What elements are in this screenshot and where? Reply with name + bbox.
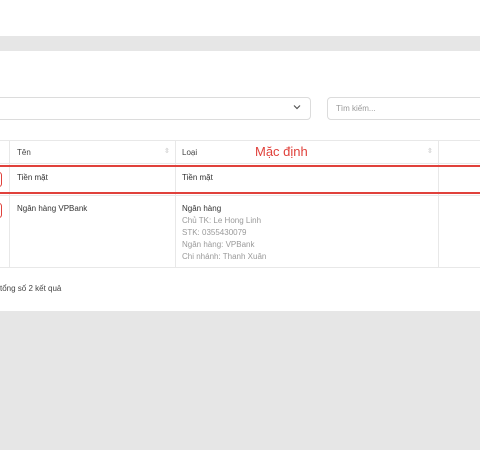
bank-branch: Chi nhánh: Thanh Xuân xyxy=(182,252,267,261)
results-summary: tổng số 2 kết quả xyxy=(0,284,62,293)
table-top-border xyxy=(0,140,480,141)
row-type: Ngân hàng xyxy=(182,204,222,213)
sort-icon[interactable]: ⇳ xyxy=(164,147,170,155)
bank-name: Ngân hàng: VPBank xyxy=(182,240,255,249)
payment-methods-card: Tên ⇳ Loại ⇳ Tiền mặt Tiền mặt Ngân hàng… xyxy=(0,51,480,311)
row-checkbox[interactable] xyxy=(0,203,2,218)
search-input[interactable] xyxy=(327,97,480,120)
top-bar xyxy=(0,0,480,36)
account-number: STK: 0355430079 xyxy=(182,228,247,237)
account-holder: Chủ TK: Le Hong Linh xyxy=(182,216,262,225)
column-header-name[interactable]: Tên xyxy=(17,148,31,157)
table-header-border xyxy=(0,163,480,164)
column-divider xyxy=(438,140,439,267)
column-header-type[interactable]: Loại xyxy=(182,148,197,157)
chevron-down-icon xyxy=(293,105,301,110)
column-divider xyxy=(175,140,176,267)
default-row-highlight xyxy=(0,165,480,194)
table-bottom-border xyxy=(0,267,480,268)
table-row-border xyxy=(0,195,480,196)
sort-icon[interactable]: ⇳ xyxy=(427,147,433,155)
default-annotation: Mặc định xyxy=(255,144,308,159)
row-name: Ngân hàng VPBank xyxy=(17,204,88,213)
filter-select[interactable] xyxy=(0,97,311,120)
column-divider xyxy=(9,140,10,267)
